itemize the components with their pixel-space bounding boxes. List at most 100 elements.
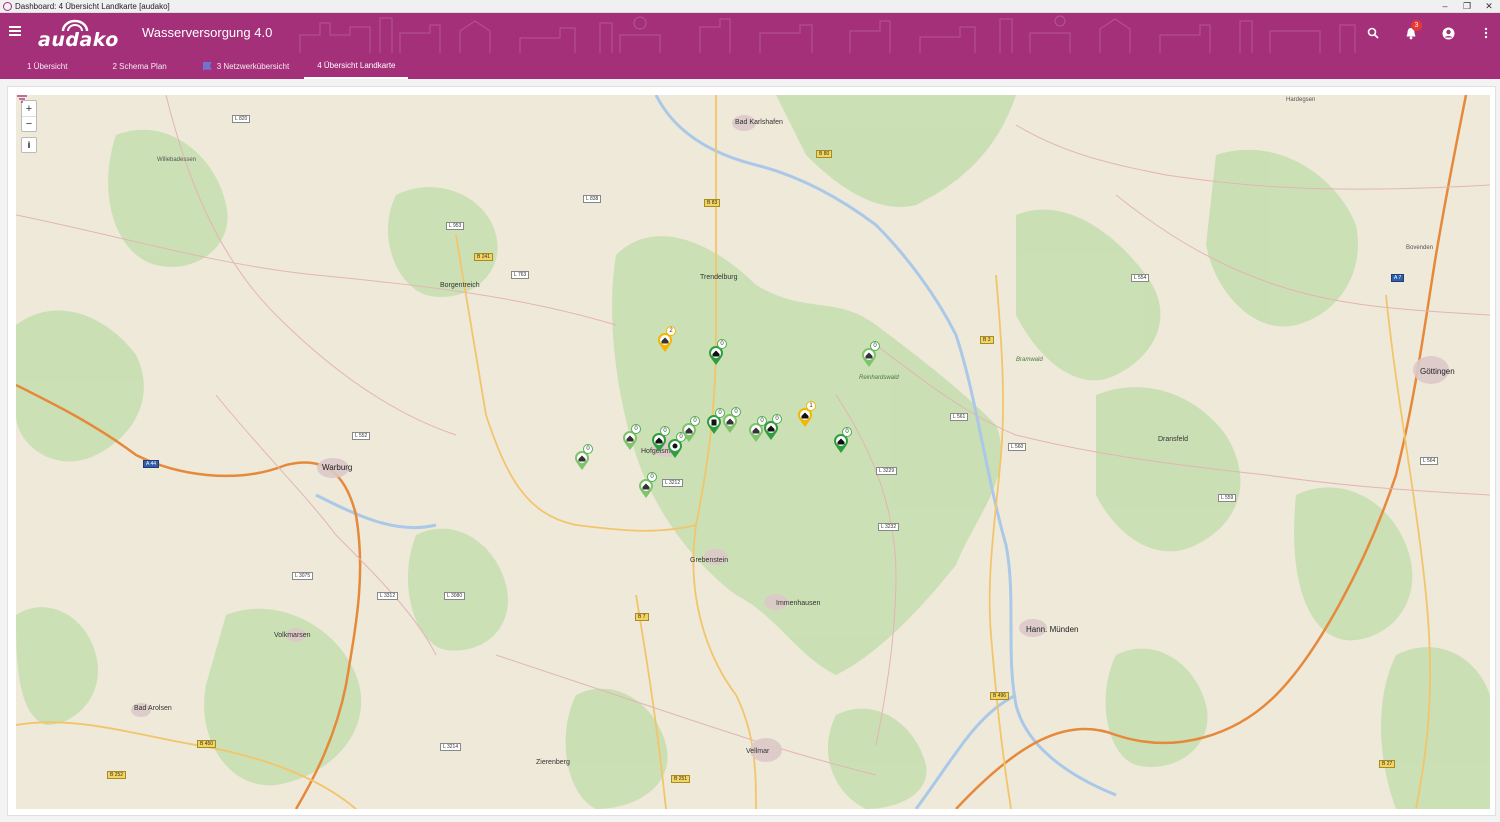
road-shield: B 27: [1379, 760, 1396, 768]
station-marker[interactable]: 0: [638, 472, 657, 499]
tab-label: 2 Schema Plan: [112, 61, 167, 71]
road-shield: B 450: [197, 740, 217, 748]
alarm-count-badge: 0: [690, 416, 700, 426]
map-label-city: Zierenberg: [536, 759, 570, 766]
road-shield: L 559: [1218, 494, 1237, 502]
map-label-city: Borgentreich: [440, 282, 480, 289]
map-label-city: Trendelburg: [700, 274, 738, 281]
alarm-count-badge: 0: [731, 407, 741, 417]
road-shield: L 3229: [876, 467, 898, 475]
road-shield: A 7: [1391, 274, 1405, 282]
map-view[interactable]: Bad Karlshafen Trendelburg Hofgeismar Gr…: [16, 95, 1490, 809]
tab-label: 1 Übersicht: [27, 61, 68, 71]
window-titlebar: Dashboard: 4 Übersicht Landkarte [audako…: [0, 0, 1500, 13]
map-label-city: Hardegsen: [1286, 97, 1316, 103]
road-shield: L 560: [1008, 443, 1027, 451]
tab-netzwerkuebersicht[interactable]: 3 Netzwerkübersicht: [180, 53, 302, 79]
minimize-button[interactable]: –: [1434, 0, 1456, 13]
station-marker[interactable]: 0: [651, 426, 670, 453]
map-label-city: Bovenden: [1406, 245, 1434, 251]
road-shield: B 3: [980, 336, 994, 344]
search-icon[interactable]: [1364, 24, 1382, 42]
map-label-forest: Bramwald: [1016, 357, 1043, 363]
zoom-control: + −: [21, 100, 37, 132]
station-marker[interactable]: 0: [763, 414, 782, 441]
road-shield: L 3075: [292, 572, 314, 580]
map-label-city: Grebenstein: [690, 557, 729, 564]
map-label-city: Vellmar: [746, 748, 770, 755]
menu-button[interactable]: [9, 24, 27, 40]
station-marker[interactable]: 0: [706, 408, 725, 435]
road-shield: L 3080: [444, 592, 466, 600]
logo-text: audako: [38, 29, 119, 51]
alarm-count-badge: 0: [583, 444, 593, 454]
road-shield: L 820: [232, 115, 251, 123]
filter-icon[interactable]: [16, 95, 28, 103]
alarm-count-badge: 0: [647, 472, 657, 482]
station-marker[interactable]: 0: [708, 339, 727, 366]
bell-icon[interactable]: 3: [1402, 20, 1422, 42]
map-label-city: Bad Arolsen: [134, 705, 172, 712]
road-shield: L 3214: [440, 743, 462, 751]
app-title: Wasserversorgung 4.0: [142, 25, 273, 40]
map-label-city: Willebadessen: [157, 157, 197, 163]
road-shield: A 44: [143, 460, 160, 468]
road-shield: B 83: [704, 199, 721, 207]
zoom-out-button[interactable]: −: [22, 116, 36, 131]
road-shield: L 763: [511, 271, 530, 279]
close-button[interactable]: ✕: [1478, 0, 1500, 13]
flag-icon: [202, 61, 212, 71]
road-shield: B 80: [816, 150, 833, 158]
notification-badge: 3: [1411, 20, 1422, 31]
station-marker[interactable]: 0: [861, 341, 880, 368]
station-marker[interactable]: 0: [681, 416, 700, 443]
info-button[interactable]: i: [21, 137, 37, 153]
tab-bar: 1 Übersicht 2 Schema Plan 3 Netzwerküber…: [0, 53, 409, 79]
alarm-count-badge: 0: [870, 341, 880, 351]
map-label-city: Volkmarsen: [274, 632, 311, 639]
tab-uebersicht-landkarte[interactable]: 4 Übersicht Landkarte: [304, 53, 409, 79]
map-label-forest: Reinhardswald: [859, 375, 899, 381]
app-icon: [3, 1, 12, 11]
alarm-count-badge: 0: [660, 426, 670, 436]
window-title: Dashboard: 4 Übersicht Landkarte [audako…: [15, 1, 170, 11]
tab-label: 3 Netzwerkübersicht: [216, 61, 290, 71]
app-header: audako Wasserversorgung 4.0 3 1 Übersich…: [0, 13, 1500, 79]
station-marker[interactable]: 0: [574, 444, 593, 471]
alarm-count-badge: 0: [631, 424, 641, 434]
tab-label: 4 Übersicht Landkarte: [317, 60, 396, 70]
map-label-city: Dransfeld: [1158, 436, 1188, 443]
alarm-count-badge: 0: [772, 414, 782, 424]
road-shield: L 564: [1420, 457, 1439, 465]
tab-uebersicht[interactable]: 1 Übersicht: [0, 53, 80, 79]
road-shield: L 838: [583, 195, 602, 203]
road-shield: B 241: [474, 253, 494, 261]
road-shield: L 3212: [662, 479, 684, 487]
alarm-count-badge: 0: [842, 427, 852, 437]
road-shield: L 3312: [377, 592, 399, 600]
map-label-city: Warburg: [322, 463, 353, 472]
map-label-city: Bad Karlshafen: [735, 119, 783, 126]
station-marker[interactable]: 0: [622, 424, 641, 451]
map-tiles: [16, 95, 1490, 809]
road-shield: B 7: [635, 613, 649, 621]
restore-button[interactable]: ❐: [1456, 0, 1478, 13]
account-icon[interactable]: [1439, 24, 1457, 42]
road-shield: L 561: [950, 413, 969, 421]
map-panel: Bad Karlshafen Trendelburg Hofgeismar Gr…: [7, 86, 1496, 816]
station-marker[interactable]: 0: [833, 427, 852, 454]
station-marker[interactable]: 2: [657, 326, 676, 353]
map-label-city: Göttingen: [1420, 367, 1455, 376]
station-marker[interactable]: 0: [748, 416, 767, 443]
alarm-count-badge: 2: [666, 326, 676, 336]
road-shield: L 953: [446, 222, 465, 230]
road-shield: L 554: [1131, 274, 1150, 282]
station-marker[interactable]: 1: [797, 401, 816, 428]
road-shield: B 252: [107, 771, 127, 779]
road-shield: B 251: [671, 775, 691, 783]
station-marker[interactable]: 0: [722, 407, 741, 434]
zoom-in-button[interactable]: +: [22, 101, 36, 116]
more-vert-icon[interactable]: [1477, 24, 1495, 42]
road-shield: L 552: [352, 432, 371, 440]
tab-schema-plan[interactable]: 2 Schema Plan: [80, 53, 179, 79]
